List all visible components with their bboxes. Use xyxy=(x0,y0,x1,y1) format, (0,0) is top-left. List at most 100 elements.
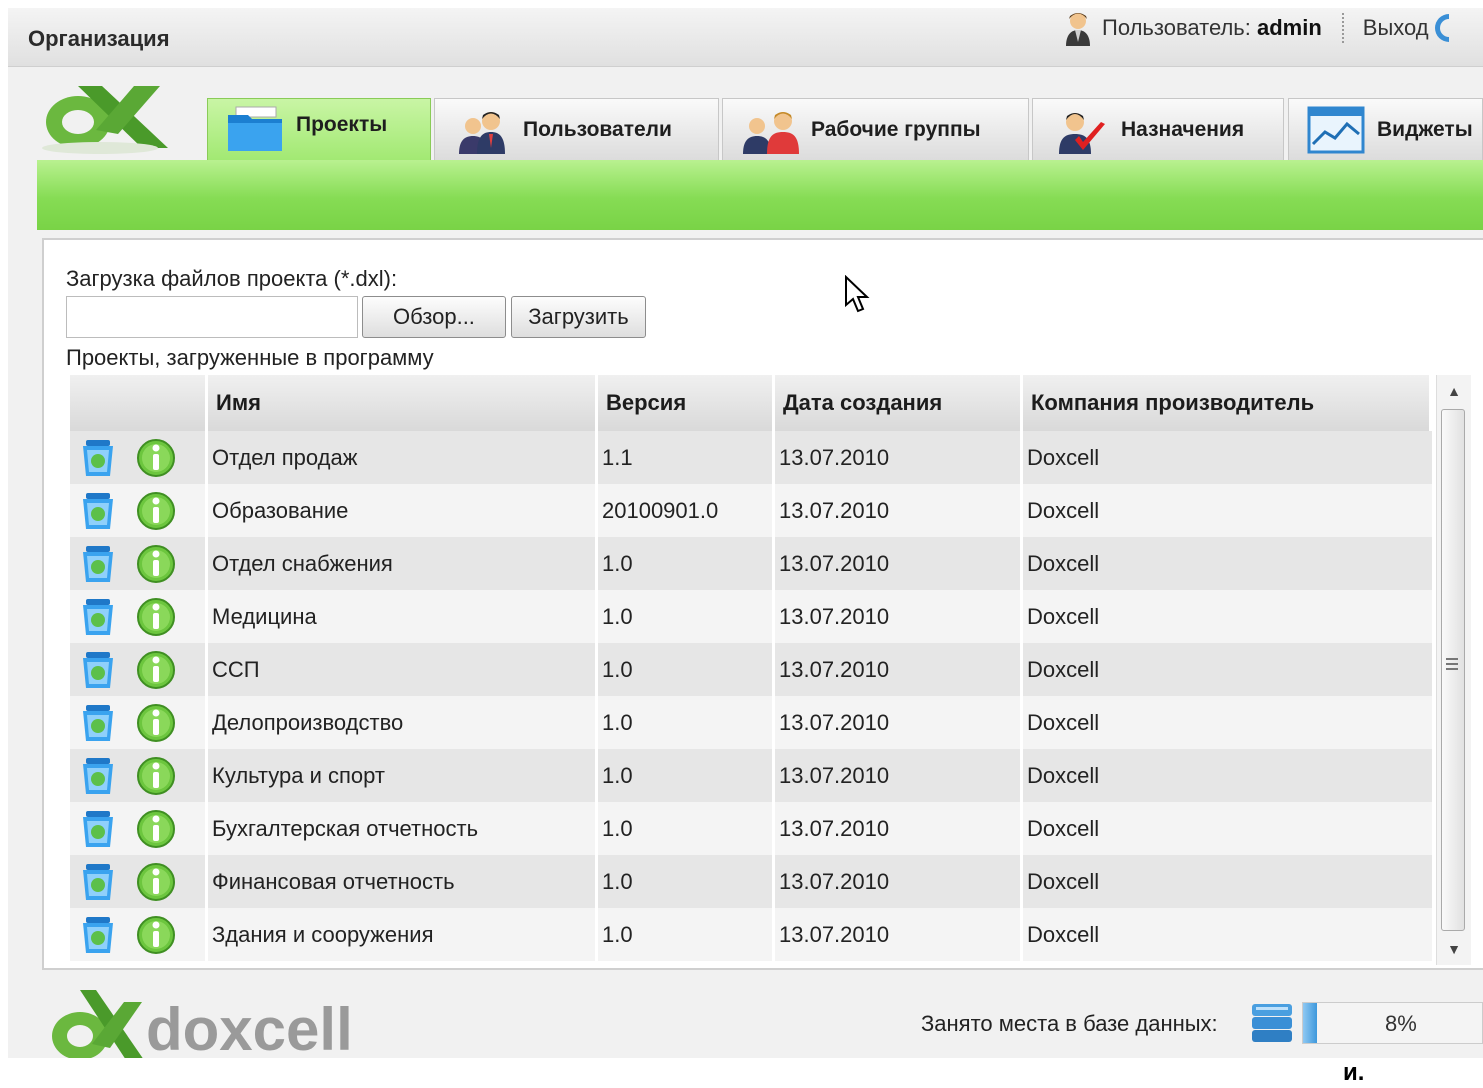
project-company: Doxcell xyxy=(1027,603,1100,629)
tab-bar-strip xyxy=(37,160,1483,230)
project-company: Doxcell xyxy=(1027,497,1100,523)
org-title: Организация xyxy=(28,26,170,51)
storage-progress-fill xyxy=(1303,1003,1318,1043)
tab-label: Виджеты xyxy=(1377,117,1473,141)
info-icon[interactable] xyxy=(136,756,176,796)
caption-overlay-text: и. xyxy=(1343,1059,1365,1086)
project-version: 1.0 xyxy=(598,590,775,643)
browse-button[interactable]: Обзор... xyxy=(362,296,506,338)
project-company: Doxcell xyxy=(1027,762,1100,788)
doxcell-logo: doxcell xyxy=(52,990,353,1063)
recycle-bin-icon[interactable] xyxy=(78,438,118,478)
recycle-bin-icon[interactable] xyxy=(78,703,118,743)
tab-label: Пользователи xyxy=(523,117,672,141)
project-company: Doxcell xyxy=(1027,709,1100,735)
recycle-bin-icon[interactable] xyxy=(78,544,118,584)
tab-label: Проекты xyxy=(296,113,388,136)
header-actions xyxy=(70,375,208,431)
scroll-thumb[interactable] xyxy=(1441,409,1465,931)
logout-icon[interactable] xyxy=(1434,14,1449,42)
project-version: 1.0 xyxy=(598,802,775,855)
user-label: Пользователь: admin xyxy=(1102,15,1322,40)
storage-progress-bar: 8% xyxy=(1302,1002,1483,1044)
widget-chart-icon xyxy=(1307,106,1365,153)
info-icon[interactable] xyxy=(136,438,176,478)
info-icon[interactable] xyxy=(136,862,176,902)
table-row[interactable]: Образование 20100901.0 13.07.2010 Doxcell xyxy=(70,484,1432,537)
database-icon xyxy=(1252,1004,1292,1042)
project-company: Doxcell xyxy=(1027,656,1100,682)
info-icon[interactable] xyxy=(136,809,176,849)
header-version[interactable]: Версия xyxy=(598,375,775,431)
scroll-grip-icon xyxy=(1446,658,1458,670)
project-company: Doxcell xyxy=(1027,868,1100,894)
recycle-bin-icon[interactable] xyxy=(78,915,118,955)
logout-link[interactable]: Выход xyxy=(1363,15,1429,41)
users-icon xyxy=(459,111,505,154)
project-name: Образование xyxy=(208,484,598,537)
logo xyxy=(42,86,168,154)
info-icon[interactable] xyxy=(136,597,176,637)
row-actions xyxy=(70,908,208,961)
header-company[interactable]: Компания производитель xyxy=(1023,375,1432,431)
table-row[interactable]: Отдел снабжения 1.0 13.07.2010 Doxcell xyxy=(70,537,1432,590)
separator xyxy=(1341,13,1345,43)
project-version: 1.0 xyxy=(598,696,775,749)
project-date: 13.07.2010 xyxy=(775,908,1023,961)
file-path-input[interactable] xyxy=(66,296,358,338)
table-row[interactable]: Здания и сооружения 1.0 13.07.2010 Doxcell xyxy=(70,908,1432,961)
project-name: Отдел продаж xyxy=(208,431,598,484)
logo-wordmark: doxcell xyxy=(146,996,353,1063)
info-icon[interactable] xyxy=(136,544,176,584)
table-row[interactable]: Делопроизводство 1.0 13.07.2010 Doxcell xyxy=(70,696,1432,749)
recycle-bin-icon[interactable] xyxy=(78,650,118,690)
project-name: Здания и сооружения xyxy=(208,908,598,961)
recycle-bin-icon[interactable] xyxy=(78,809,118,849)
table-row[interactable]: Финансовая отчетность 1.0 13.07.2010 Doxcel… xyxy=(70,855,1432,908)
folder-icon xyxy=(228,106,282,151)
tab-workgroups[interactable]: Рабочие группы xyxy=(722,98,1029,160)
tab-users[interactable]: Пользователи xyxy=(434,98,719,160)
project-company: Doxcell xyxy=(1027,921,1100,947)
header-name[interactable]: Имя xyxy=(208,375,598,431)
project-name: Бухгалтерская отчетность xyxy=(208,802,598,855)
project-version: 1.0 xyxy=(598,643,775,696)
project-date: 13.07.2010 xyxy=(775,696,1023,749)
info-icon[interactable] xyxy=(136,650,176,690)
row-actions xyxy=(70,484,208,537)
assignment-icon xyxy=(1059,112,1105,154)
project-date: 13.07.2010 xyxy=(775,537,1023,590)
table-row[interactable]: Культура и спорт 1.0 13.07.2010 Doxcell xyxy=(70,749,1432,802)
table-row[interactable]: Медицина 1.0 13.07.2010 Doxcell xyxy=(70,590,1432,643)
table-header: Имя Версия Дата создания Компания произв… xyxy=(70,375,1432,431)
header-date[interactable]: Дата создания xyxy=(775,375,1023,431)
row-actions xyxy=(70,749,208,802)
upload-button[interactable]: Загрузить xyxy=(511,296,646,338)
scroll-up-icon[interactable]: ▲ xyxy=(1437,377,1471,405)
row-actions xyxy=(70,802,208,855)
table-scrollbar[interactable]: ▲ ▼ xyxy=(1436,375,1471,965)
storage-label: Занято места в базе данных: xyxy=(921,1011,1218,1036)
info-icon[interactable] xyxy=(136,703,176,743)
project-version: 1.0 xyxy=(598,855,775,908)
recycle-bin-icon[interactable] xyxy=(78,597,118,637)
tab-assignments[interactable]: Назначения xyxy=(1032,98,1284,160)
scroll-down-icon[interactable]: ▼ xyxy=(1437,935,1471,963)
workgroups-icon xyxy=(743,111,799,154)
recycle-bin-icon[interactable] xyxy=(78,862,118,902)
table-row[interactable]: Бухгалтерская отчетность 1.0 13.07.2010 Dox… xyxy=(70,802,1432,855)
project-company: Doxcell xyxy=(1027,444,1100,470)
info-icon[interactable] xyxy=(136,491,176,531)
project-date: 13.07.2010 xyxy=(775,484,1023,537)
table-row[interactable]: Отдел продаж 1.1 13.07.2010 Doxcell xyxy=(70,431,1432,484)
upload-label: Загрузка файлов проекта (*.dxl): xyxy=(66,266,398,291)
recycle-bin-icon[interactable] xyxy=(78,491,118,531)
project-date: 13.07.2010 xyxy=(775,643,1023,696)
recycle-bin-icon[interactable] xyxy=(78,756,118,796)
table-row[interactable]: ССП 1.0 13.07.2010 Doxcell xyxy=(70,643,1432,696)
project-date: 13.07.2010 xyxy=(775,802,1023,855)
tab-widgets[interactable]: Виджеты xyxy=(1288,98,1483,160)
row-actions xyxy=(70,855,208,908)
info-icon[interactable] xyxy=(136,915,176,955)
project-version: 1.1 xyxy=(598,431,775,484)
